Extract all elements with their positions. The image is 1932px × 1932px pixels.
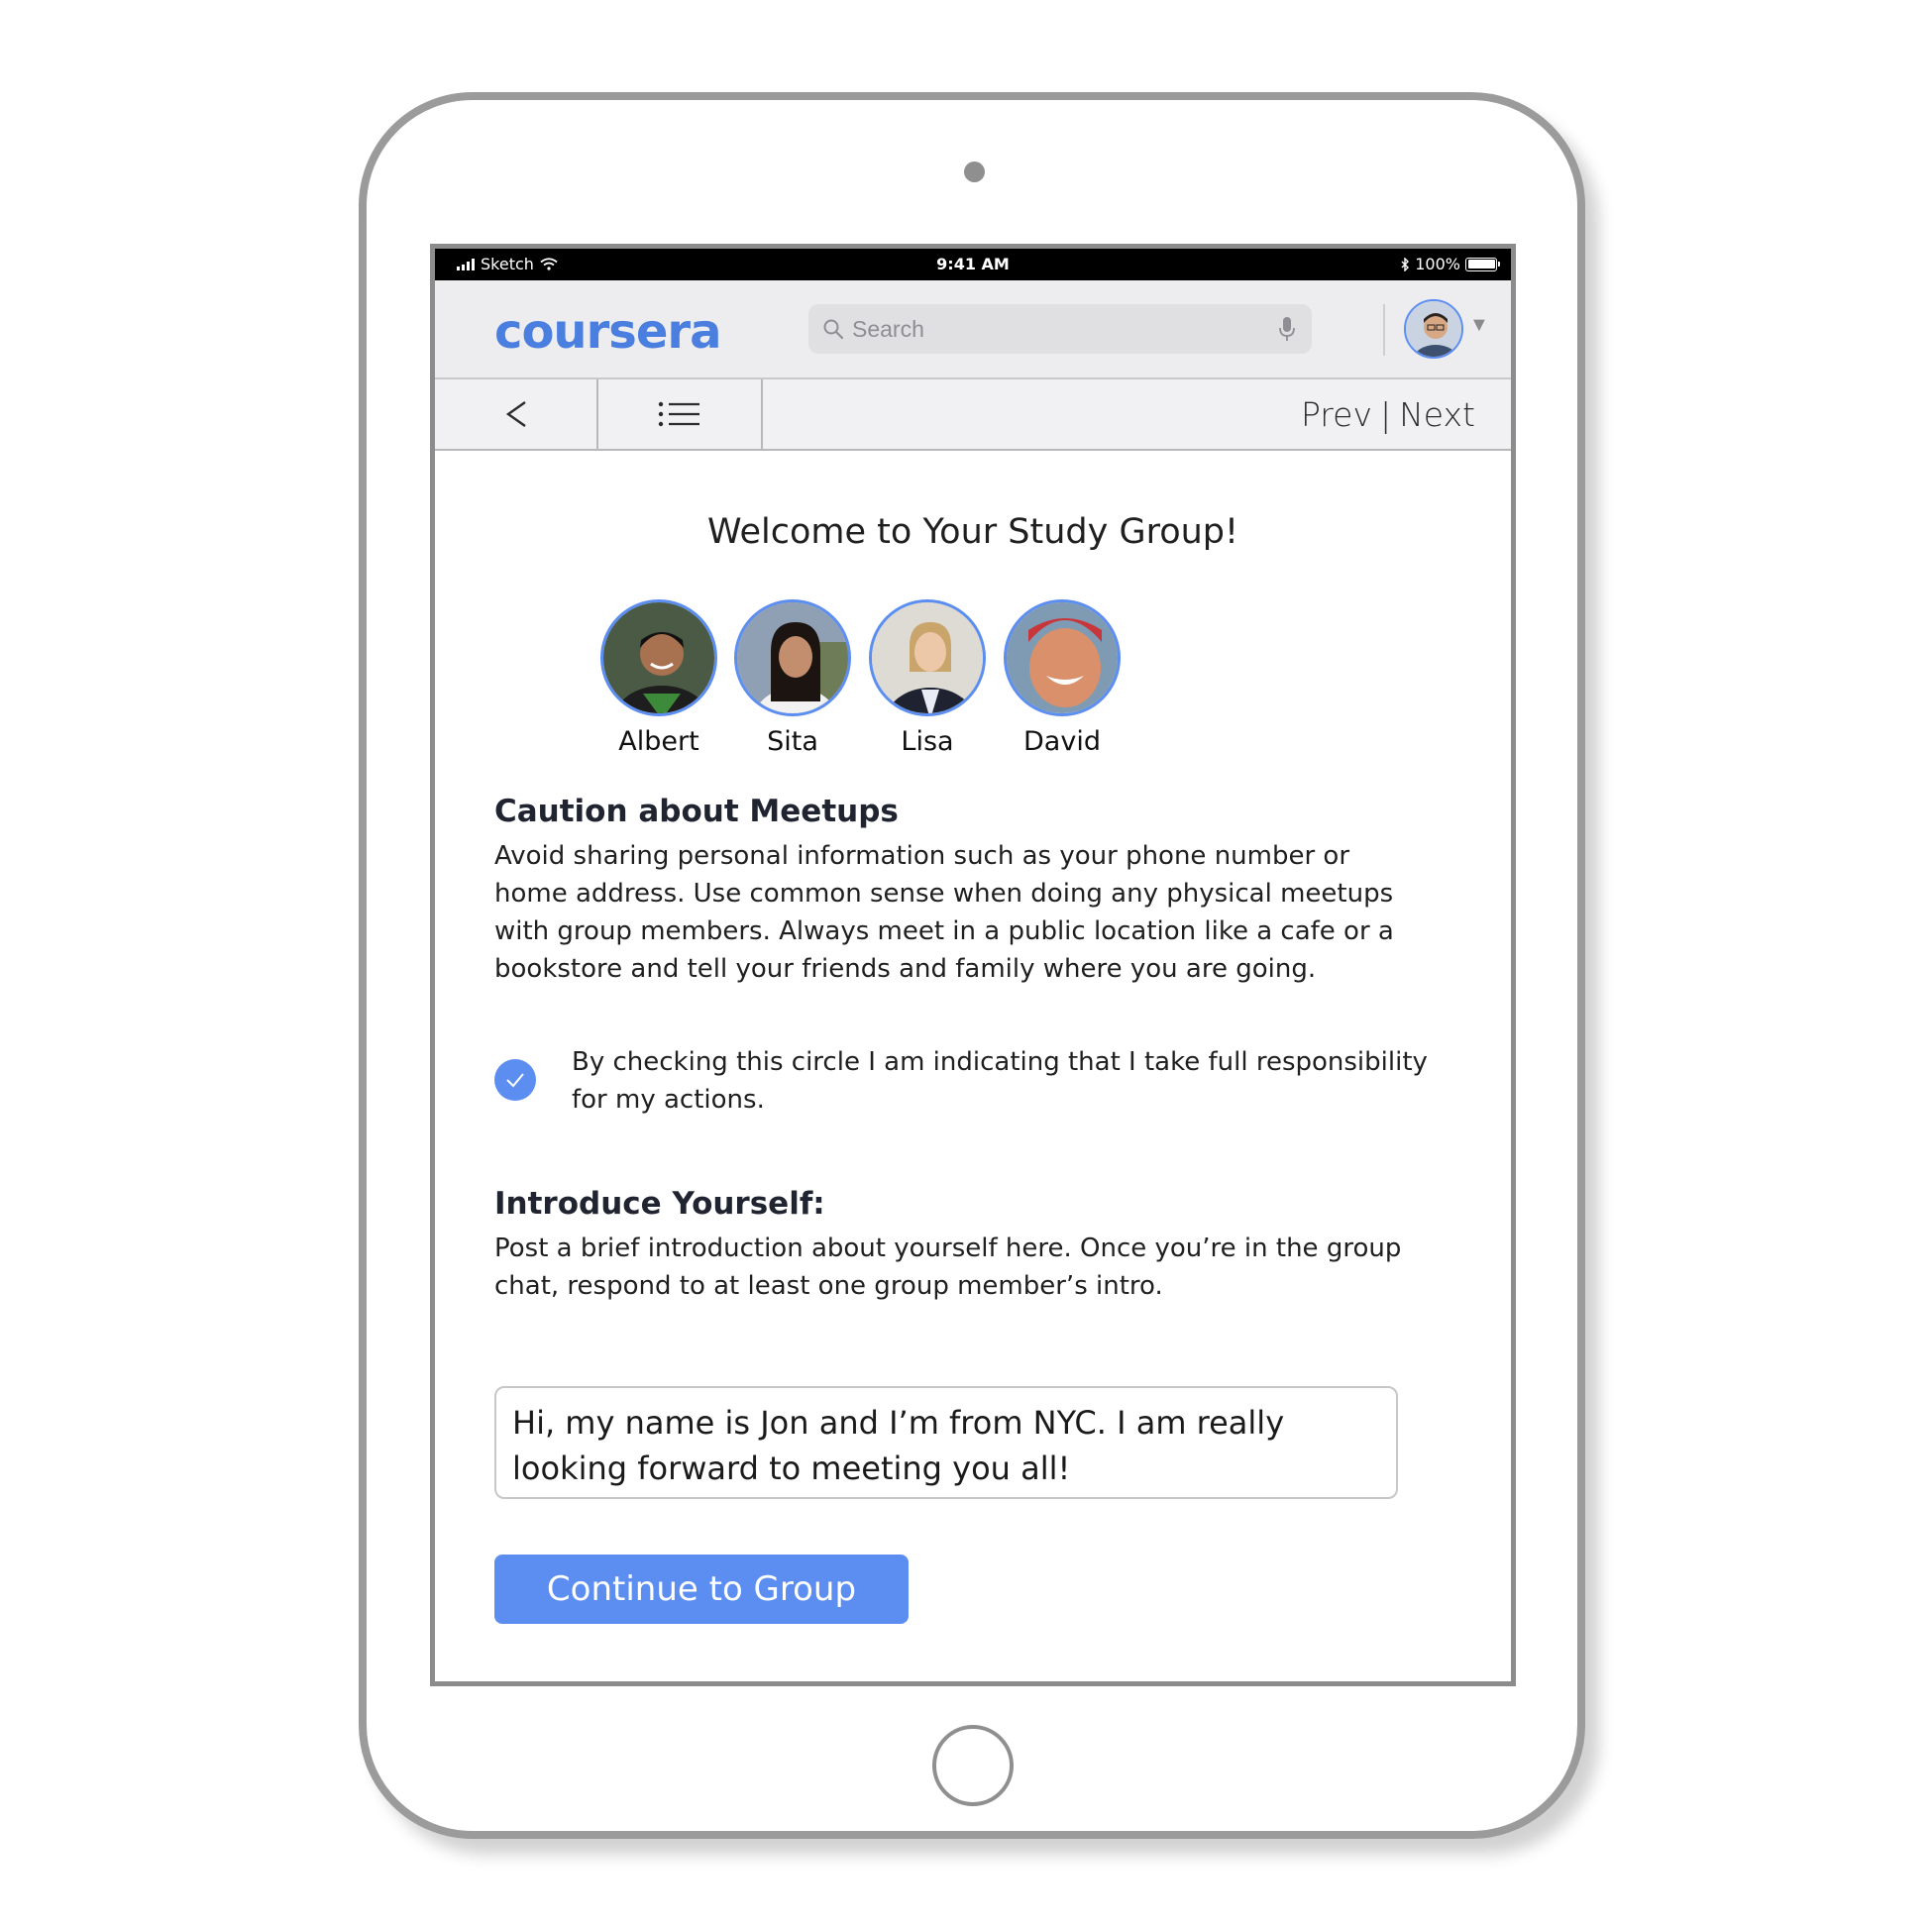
caution-heading: Caution about Meetups xyxy=(494,794,899,829)
screen: Sketch 9:41 AM 100% coursera Search ▼ Pr… xyxy=(430,244,1516,1686)
introduction-field[interactable]: Hi, my name is Jon and I’m from NYC. I a… xyxy=(494,1386,1398,1499)
list-menu-button[interactable] xyxy=(598,379,763,449)
member-avatar xyxy=(734,599,851,716)
profile-avatar[interactable] xyxy=(1404,299,1463,359)
coursera-logo[interactable]: coursera xyxy=(494,310,742,354)
intro-text: Post a brief introduction about yourself… xyxy=(494,1234,1402,1301)
continue-to-group-button[interactable]: Continue to Group xyxy=(494,1555,909,1624)
battery-icon xyxy=(1465,257,1500,271)
member-name: Sita xyxy=(767,726,818,757)
camera-icon xyxy=(964,161,985,182)
battery-percent: 100% xyxy=(1415,255,1460,273)
search-icon xyxy=(823,319,844,340)
member-avatar xyxy=(600,599,717,716)
member-card[interactable]: Sita xyxy=(723,599,862,757)
member-name: Lisa xyxy=(901,726,954,757)
clock: 9:41 AM xyxy=(936,255,1010,273)
microphone-icon[interactable] xyxy=(1278,316,1296,342)
caution-text: Avoid sharing personal information such … xyxy=(494,841,1394,984)
next-link[interactable]: Next xyxy=(1399,395,1475,434)
nav-separator: | xyxy=(1379,395,1392,434)
responsibility-checkbox[interactable] xyxy=(494,1059,536,1101)
intro-heading: Introduce Yourself: xyxy=(494,1186,825,1222)
prev-next-nav: Prev | Next xyxy=(1301,395,1475,434)
main-content: Welcome to Your Study Group! Albert Sita… xyxy=(435,451,1511,1681)
member-name: Albert xyxy=(618,726,699,757)
member-card[interactable]: David xyxy=(993,599,1131,757)
checkbox-label: By checking this circle I am indicating … xyxy=(572,1047,1428,1115)
member-name: David xyxy=(1023,726,1101,757)
member-avatar xyxy=(1004,599,1121,716)
caret-down-icon[interactable]: ▼ xyxy=(1469,314,1489,337)
prev-link[interactable]: Prev xyxy=(1301,395,1372,434)
bluetooth-icon xyxy=(1401,257,1410,271)
checkmark-icon xyxy=(506,1073,524,1088)
page-title: Welcome to Your Study Group! xyxy=(706,512,1239,552)
member-avatar xyxy=(869,599,986,716)
app-header: coursera ▼ xyxy=(435,280,1511,379)
back-button[interactable] xyxy=(435,379,598,449)
status-bar: Sketch 9:41 AM 100% xyxy=(435,249,1511,280)
list-icon xyxy=(658,401,699,427)
member-card[interactable]: Albert xyxy=(590,599,728,757)
chevron-left-icon xyxy=(505,401,526,427)
member-card[interactable]: Lisa xyxy=(858,599,997,757)
svg-text:coursera: coursera xyxy=(494,310,720,354)
nav-bar: Prev | Next xyxy=(435,379,1511,451)
home-button[interactable] xyxy=(932,1725,1014,1806)
search-bar[interactable] xyxy=(808,304,1312,354)
header-divider xyxy=(1383,304,1385,356)
search-input[interactable] xyxy=(852,315,1278,343)
